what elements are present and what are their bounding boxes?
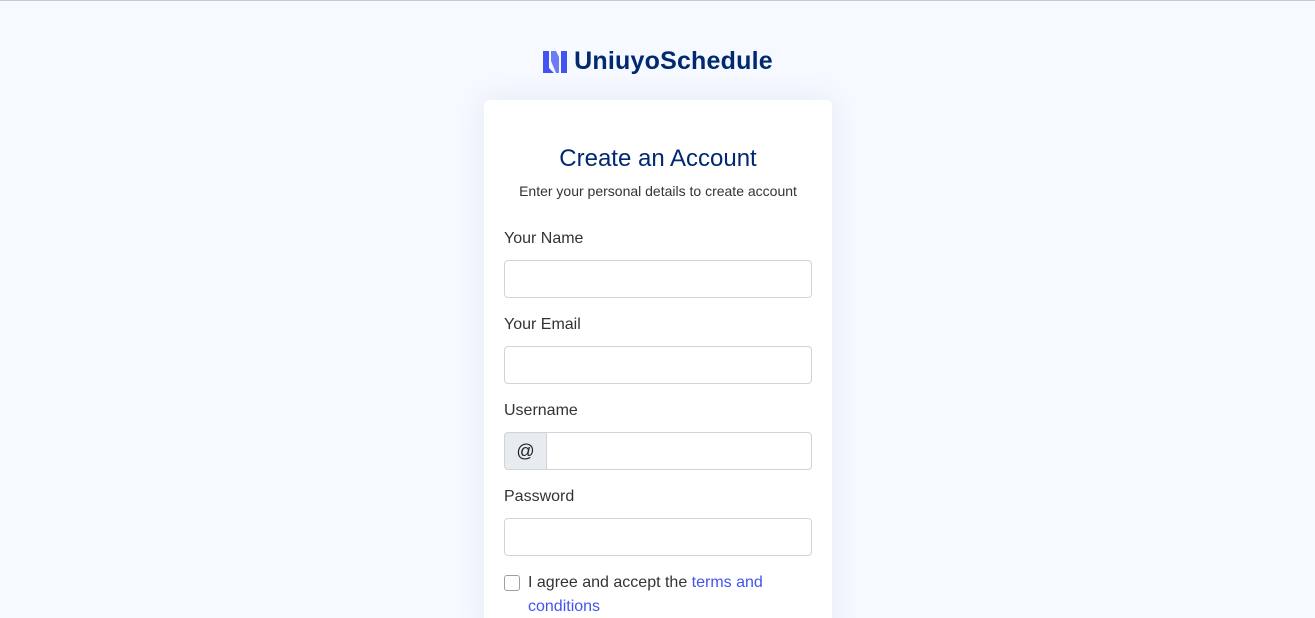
email-field: Your Email	[504, 315, 812, 384]
password-input[interactable]	[504, 518, 812, 556]
name-input[interactable]	[504, 260, 812, 298]
username-label: Username	[504, 402, 578, 419]
brand-logo-link[interactable]: UniuyoSchedule	[0, 47, 1315, 76]
username-field: Username @	[504, 401, 812, 470]
username-input[interactable]	[546, 432, 812, 470]
brand-name: UniuyoSchedule	[574, 47, 773, 75]
terms-text-prefix: I agree and accept the	[528, 574, 692, 591]
email-input[interactable]	[504, 346, 812, 384]
email-label: Your Email	[504, 316, 581, 333]
name-field: Your Name	[504, 229, 812, 298]
username-input-group: @	[504, 432, 812, 470]
at-sign-prefix: @	[504, 432, 546, 470]
brand-logo-icon	[543, 50, 568, 73]
terms-row: I agree and accept the terms and conditi…	[504, 571, 812, 618]
register-card: Create an Account Enter your personal de…	[484, 100, 832, 618]
register-page: UniuyoSchedule Create an Account Enter y…	[0, 0, 1315, 618]
terms-text: I agree and accept the terms and conditi…	[528, 571, 788, 618]
card-subtitle: Enter your personal details to create ac…	[519, 183, 797, 199]
name-label: Your Name	[504, 230, 584, 247]
password-field: Password	[504, 487, 812, 556]
password-label: Password	[504, 488, 575, 505]
terms-checkbox[interactable]	[504, 575, 520, 591]
card-title: Create an Account	[559, 145, 757, 172]
